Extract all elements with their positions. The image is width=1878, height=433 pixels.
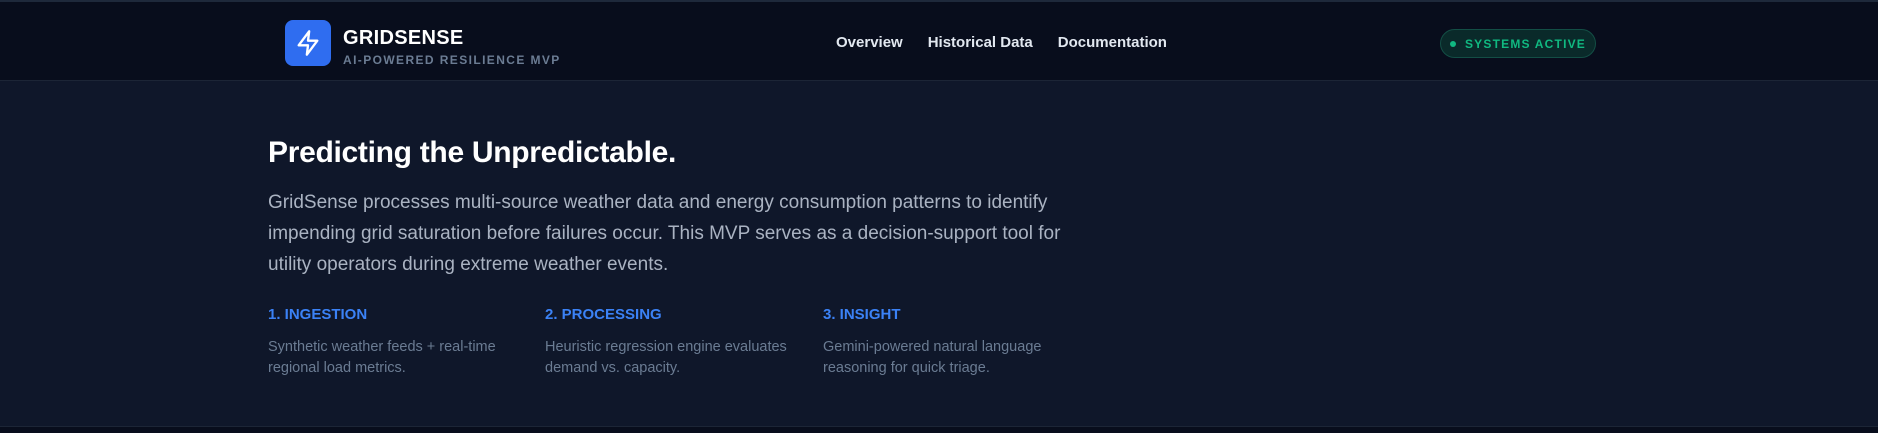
hero-title: Predicting the Unpredictable.	[268, 136, 677, 169]
step-insight: 3. INSIGHT Gemini-powered natural langua…	[823, 306, 1073, 379]
nav-overview[interactable]: Overview	[836, 34, 903, 51]
app-header: GRIDSENSE AI-POWERED RESILIENCE MVP Over…	[0, 2, 1878, 81]
brand-subtitle: AI-POWERED RESILIENCE MVP	[343, 53, 561, 67]
nav-historical-data[interactable]: Historical Data	[928, 34, 1033, 51]
step-description: Synthetic weather feeds + real-time regi…	[268, 339, 496, 376]
logo[interactable]	[285, 20, 331, 66]
hero-description: GridSense processes multi-source weather…	[268, 192, 1061, 275]
bottom-border	[0, 426, 1878, 433]
step-title: 1. INGESTION	[268, 306, 368, 323]
lightning-bolt-icon	[297, 30, 319, 56]
step-title: 2. PROCESSING	[545, 306, 662, 323]
step-processing: 2. PROCESSING Heuristic regression engin…	[545, 306, 795, 379]
nav-documentation[interactable]: Documentation	[1058, 34, 1167, 51]
step-ingestion: 1. INGESTION Synthetic weather feeds + r…	[268, 306, 518, 379]
status-badge: SYSTEMS ACTIVE	[1440, 29, 1596, 58]
step-description: Heuristic regression engine evaluates de…	[545, 339, 787, 376]
status-dot-icon	[1449, 40, 1456, 47]
step-description: Gemini-powered natural language reasonin…	[823, 339, 1042, 376]
brand-title: GRIDSENSE	[343, 27, 464, 49]
step-title: 3. INSIGHT	[823, 306, 901, 323]
main-nav: Overview Historical Data Documentation	[836, 34, 1192, 51]
status-label: SYSTEMS ACTIVE	[1464, 36, 1587, 51]
